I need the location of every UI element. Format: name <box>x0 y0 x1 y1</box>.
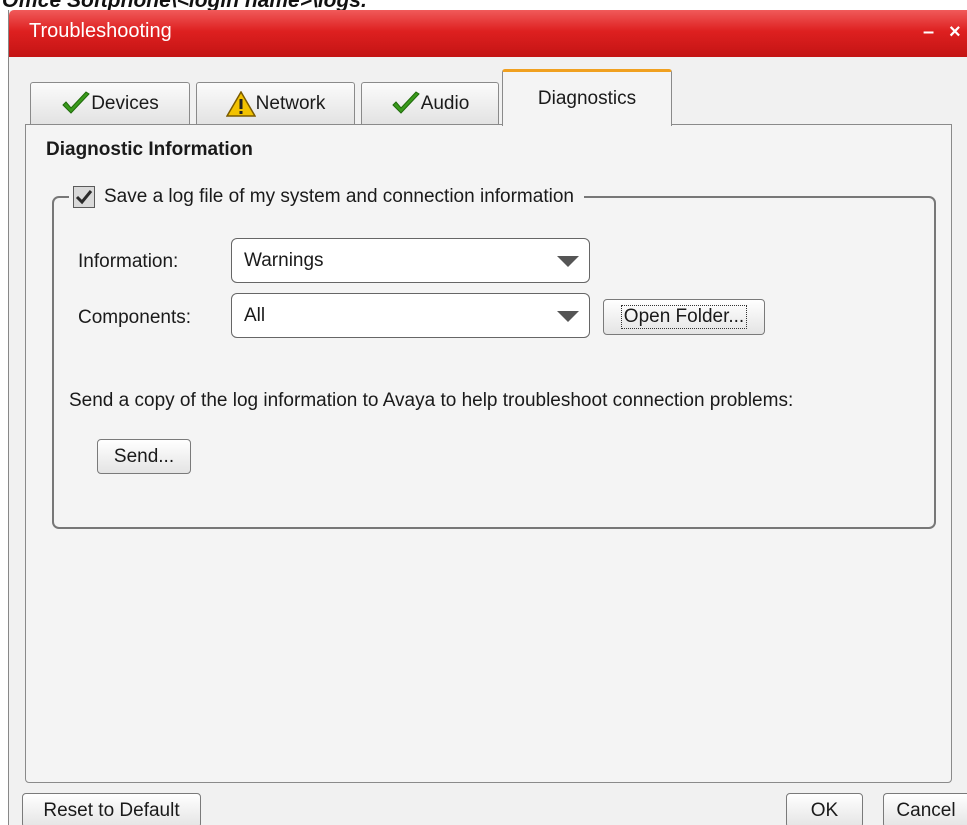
check-icon <box>391 91 421 117</box>
tab-diagnostics[interactable]: Diagnostics <box>502 69 672 126</box>
send-description: Send a copy of the log information to Av… <box>69 390 794 411</box>
tab-network[interactable]: Network <box>196 82 355 125</box>
diagnostics-panel: Diagnostic Information Save a log file o… <box>25 124 952 783</box>
tab-label: Devices <box>91 93 159 114</box>
warning-icon <box>225 90 256 117</box>
tab-label: Diagnostics <box>537 88 637 109</box>
chevron-down-icon <box>557 311 579 322</box>
tab-label: Audio <box>420 93 470 114</box>
save-log-option[interactable]: Save a log file of my system and connect… <box>69 183 584 211</box>
information-value: Warnings <box>244 250 324 271</box>
tab-audio[interactable]: Audio <box>361 82 499 125</box>
ok-button[interactable]: OK <box>786 793 863 825</box>
tab-devices[interactable]: Devices <box>30 82 190 125</box>
information-select[interactable]: Warnings <box>231 238 590 283</box>
check-icon <box>61 91 91 117</box>
save-log-label: Save a log file of my system and connect… <box>104 186 574 207</box>
save-log-checkbox[interactable] <box>73 186 95 208</box>
components-label: Components: <box>78 307 192 328</box>
information-label: Information: <box>78 251 179 272</box>
minimize-button[interactable]: – <box>923 22 934 42</box>
close-button[interactable]: × <box>949 22 961 42</box>
title-bar[interactable]: Troubleshooting – × <box>9 10 967 57</box>
chevron-down-icon <box>557 256 579 267</box>
section-title: Diagnostic Information <box>46 139 253 160</box>
send-button[interactable]: Send... <box>97 439 191 474</box>
window-title: Troubleshooting <box>29 20 172 42</box>
troubleshooting-dialog: Troubleshooting – × Devices Network Audi… <box>8 10 967 825</box>
components-select[interactable]: All <box>231 293 590 338</box>
cancel-button[interactable]: Cancel <box>883 793 967 825</box>
reset-to-default-button[interactable]: Reset to Default <box>22 793 201 825</box>
checkmark-icon <box>75 190 93 205</box>
components-value: All <box>244 305 266 326</box>
tab-label: Network <box>255 93 326 114</box>
open-folder-button[interactable]: Open Folder... <box>603 299 765 335</box>
